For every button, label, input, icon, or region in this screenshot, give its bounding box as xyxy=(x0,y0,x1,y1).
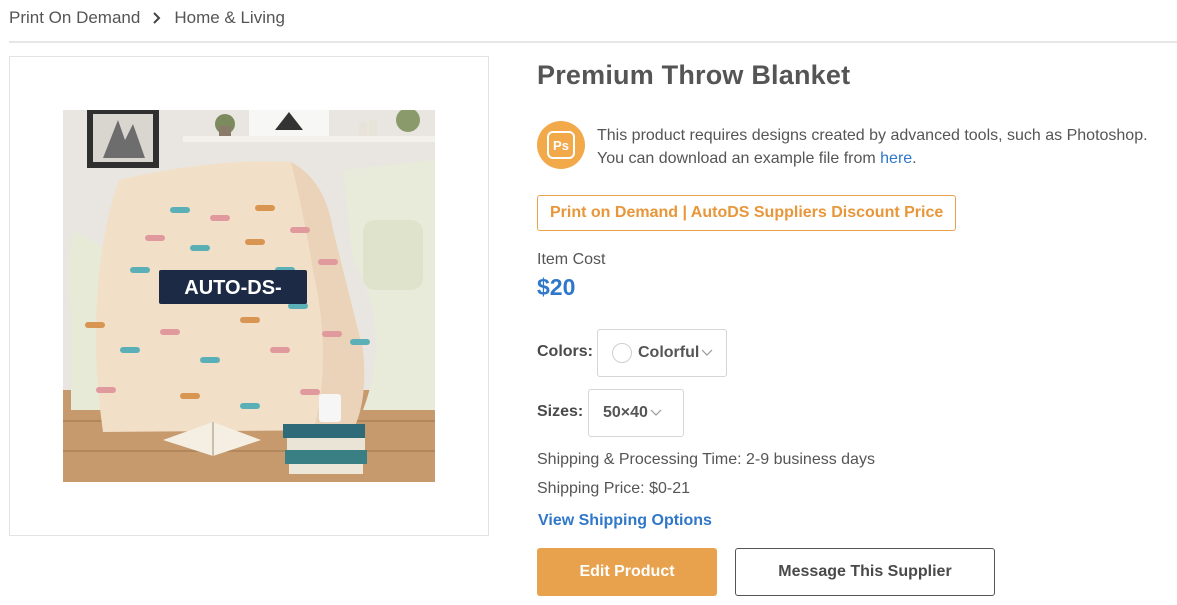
breadcrumb: Print On Demand Home & Living xyxy=(9,6,285,30)
svg-text:AUTO-DS-: AUTO-DS- xyxy=(184,277,281,299)
notice-line-2-text: You can download an example file from xyxy=(597,150,881,167)
item-cost-label: Item Cost xyxy=(537,251,606,268)
shipping-time: Shipping & Processing Time: 2-9 business… xyxy=(537,451,875,468)
sizes-label: Sizes: xyxy=(537,403,584,420)
shipping-price: Shipping Price: $0-21 xyxy=(537,480,690,497)
notice-line-2: You can download an example file from he… xyxy=(597,147,1148,170)
chevron-right-icon xyxy=(152,12,162,24)
notice-line-1: This product requires designs created by… xyxy=(597,127,1148,144)
sizes-select[interactable]: 50×40 xyxy=(588,389,684,437)
view-shipping-options-link[interactable]: View Shipping Options xyxy=(538,512,712,530)
discount-tag: Print on Demand | AutoDS Suppliers Disco… xyxy=(537,195,957,231)
item-cost-value: $20 xyxy=(537,274,576,300)
colors-select-value: Colorful xyxy=(638,344,700,361)
chevron-down-icon xyxy=(650,409,662,417)
product-image-frame: AUTO-DS- xyxy=(9,56,489,536)
example-file-link[interactable]: here xyxy=(880,150,912,167)
sizes-select-value: 50×40 xyxy=(603,404,648,421)
colors-label: Colors: xyxy=(537,343,593,360)
color-swatch xyxy=(612,343,632,363)
product-title: Premium Throw Blanket xyxy=(537,60,851,90)
photoshop-badge-text: Ps xyxy=(547,131,575,159)
message-supplier-button[interactable]: Message This Supplier xyxy=(735,548,995,596)
chevron-down-icon xyxy=(701,349,713,357)
breadcrumb-item-home-living[interactable]: Home & Living xyxy=(174,8,285,28)
design-notice: This product requires designs created by… xyxy=(597,124,1148,170)
photoshop-icon: Ps xyxy=(537,121,585,169)
header-divider xyxy=(9,41,1177,43)
product-image[interactable]: AUTO-DS- xyxy=(63,110,435,482)
edit-product-button[interactable]: Edit Product xyxy=(537,548,717,596)
breadcrumb-item-print-on-demand[interactable]: Print On Demand xyxy=(9,8,140,28)
notice-line-2-suffix: . xyxy=(912,150,917,167)
colors-select[interactable]: Colorful xyxy=(597,329,727,377)
